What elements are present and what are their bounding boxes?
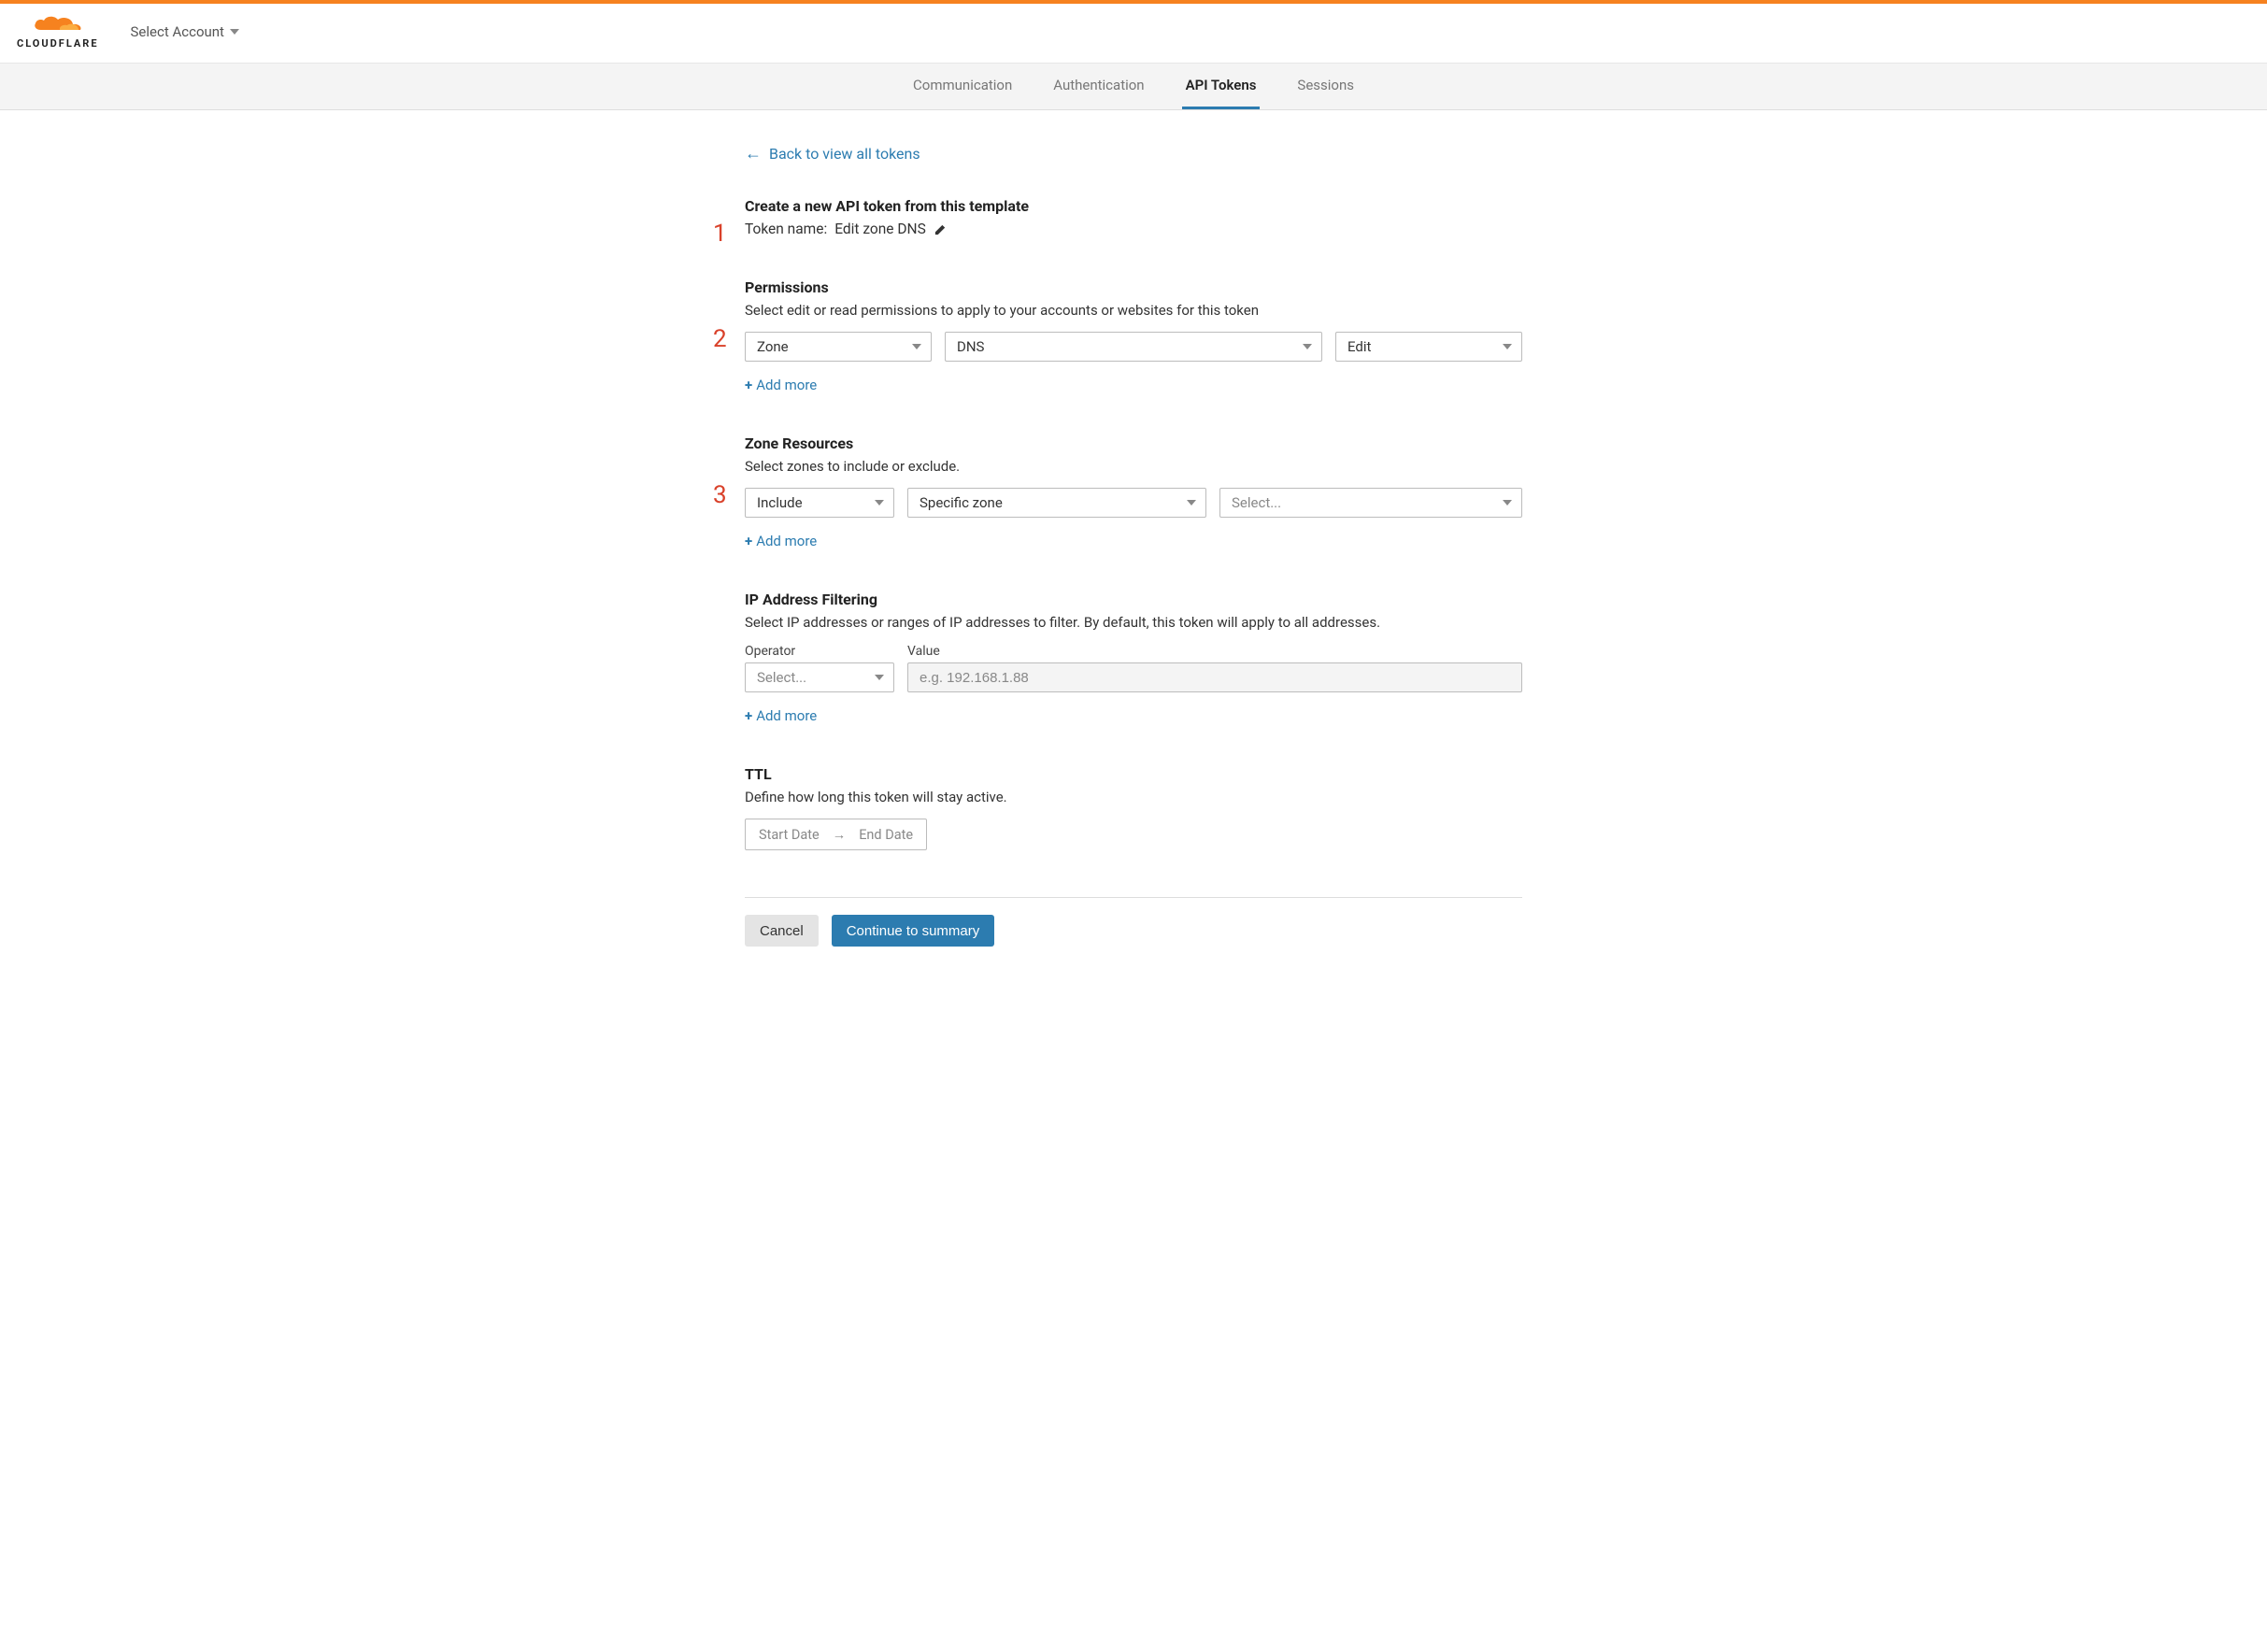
- zone-mode-value: Include: [757, 494, 803, 511]
- zone-resources-title: Zone Resources: [745, 434, 1522, 452]
- footer-divider: [745, 897, 1522, 898]
- permissions-scope-value: Zone: [757, 338, 789, 355]
- footer-actions: Cancel Continue to summary: [745, 915, 1522, 947]
- account-selector[interactable]: Select Account: [131, 23, 239, 40]
- permissions-level-value: Edit: [1347, 338, 1371, 355]
- arrow-right-icon: →: [833, 827, 847, 843]
- ttl-date-range[interactable]: Start Date → End Date: [745, 819, 927, 850]
- plus-icon: +: [745, 533, 752, 549]
- token-name-value: Edit zone DNS: [834, 221, 926, 237]
- zone-select-placeholder: Select...: [1232, 494, 1281, 511]
- zone-mode-select[interactable]: Include: [745, 488, 894, 518]
- cloudflare-cloud-icon: [32, 13, 84, 36]
- page-content: ← Back to view all tokens 1 Create a new…: [745, 110, 1522, 984]
- section-create: 1 Create a new API token from this templ…: [745, 197, 1522, 237]
- account-selector-label: Select Account: [131, 23, 224, 40]
- tab-authentication[interactable]: Authentication: [1049, 77, 1148, 109]
- arrow-left-icon: ←: [745, 144, 762, 164]
- caret-down-icon: [1303, 344, 1312, 349]
- plus-icon: +: [745, 377, 752, 393]
- zone-scope-value: Specific zone: [920, 494, 1003, 511]
- token-name-label: Token name:: [745, 221, 827, 237]
- ttl-desc: Define how long this token will stay act…: [745, 789, 1522, 805]
- ttl-start-placeholder: Start Date: [759, 827, 820, 843]
- ip-value-input[interactable]: [907, 662, 1522, 692]
- add-more-label: Add more: [756, 377, 817, 393]
- operator-label: Operator: [745, 644, 894, 659]
- permissions-resource-value: DNS: [957, 338, 984, 355]
- caret-down-icon: [230, 29, 239, 35]
- tab-sessions[interactable]: Sessions: [1293, 77, 1358, 109]
- permissions-title: Permissions: [745, 278, 1522, 296]
- add-more-label: Add more: [756, 533, 817, 549]
- permissions-resource-select[interactable]: DNS: [945, 332, 1322, 362]
- ip-filter-title: IP Address Filtering: [745, 591, 1522, 608]
- annotation-1: 1: [713, 220, 727, 248]
- caret-down-icon: [1503, 500, 1512, 506]
- section-ip-filter: IP Address Filtering Select IP addresses…: [745, 591, 1522, 724]
- tabs-bar: Communication Authentication API Tokens …: [0, 64, 2267, 110]
- brand-text: CLOUDFLARE: [17, 37, 99, 50]
- ttl-title: TTL: [745, 765, 1522, 783]
- ip-operator-select[interactable]: Select...: [745, 662, 894, 692]
- section-permissions: 2 Permissions Select edit or read permis…: [745, 278, 1522, 393]
- ip-filter-desc: Select IP addresses or ranges of IP addr…: [745, 614, 1522, 631]
- brand-logo[interactable]: CLOUDFLARE: [17, 13, 99, 50]
- tab-communication[interactable]: Communication: [909, 77, 1016, 109]
- permissions-level-select[interactable]: Edit: [1335, 332, 1522, 362]
- cancel-button[interactable]: Cancel: [745, 915, 819, 947]
- section-zone-resources: 3 Zone Resources Select zones to include…: [745, 434, 1522, 549]
- add-more-label: Add more: [756, 707, 817, 724]
- tab-api-tokens[interactable]: API Tokens: [1182, 77, 1261, 109]
- back-link[interactable]: ← Back to view all tokens: [745, 144, 920, 164]
- zone-resources-desc: Select zones to include or exclude.: [745, 458, 1522, 475]
- caret-down-icon: [875, 500, 884, 506]
- caret-down-icon: [875, 675, 884, 680]
- continue-button[interactable]: Continue to summary: [832, 915, 995, 947]
- edit-icon[interactable]: [934, 222, 948, 236]
- ttl-end-placeholder: End Date: [859, 827, 913, 843]
- annotation-3: 3: [713, 481, 727, 509]
- ip-add-more[interactable]: + Add more: [745, 707, 817, 724]
- value-label: Value: [907, 644, 940, 659]
- plus-icon: +: [745, 707, 752, 724]
- zone-scope-select[interactable]: Specific zone: [907, 488, 1206, 518]
- zone-select[interactable]: Select...: [1219, 488, 1522, 518]
- permissions-add-more[interactable]: + Add more: [745, 377, 817, 393]
- zone-add-more[interactable]: + Add more: [745, 533, 817, 549]
- ip-operator-placeholder: Select...: [757, 669, 806, 686]
- create-title: Create a new API token from this templat…: [745, 197, 1522, 215]
- annotation-2: 2: [713, 325, 727, 353]
- permissions-desc: Select edit or read permissions to apply…: [745, 302, 1522, 319]
- header: CLOUDFLARE Select Account: [0, 4, 2267, 64]
- caret-down-icon: [1503, 344, 1512, 349]
- back-link-label: Back to view all tokens: [769, 145, 920, 163]
- caret-down-icon: [912, 344, 921, 349]
- section-ttl: TTL Define how long this token will stay…: [745, 765, 1522, 850]
- permissions-scope-select[interactable]: Zone: [745, 332, 932, 362]
- caret-down-icon: [1187, 500, 1196, 506]
